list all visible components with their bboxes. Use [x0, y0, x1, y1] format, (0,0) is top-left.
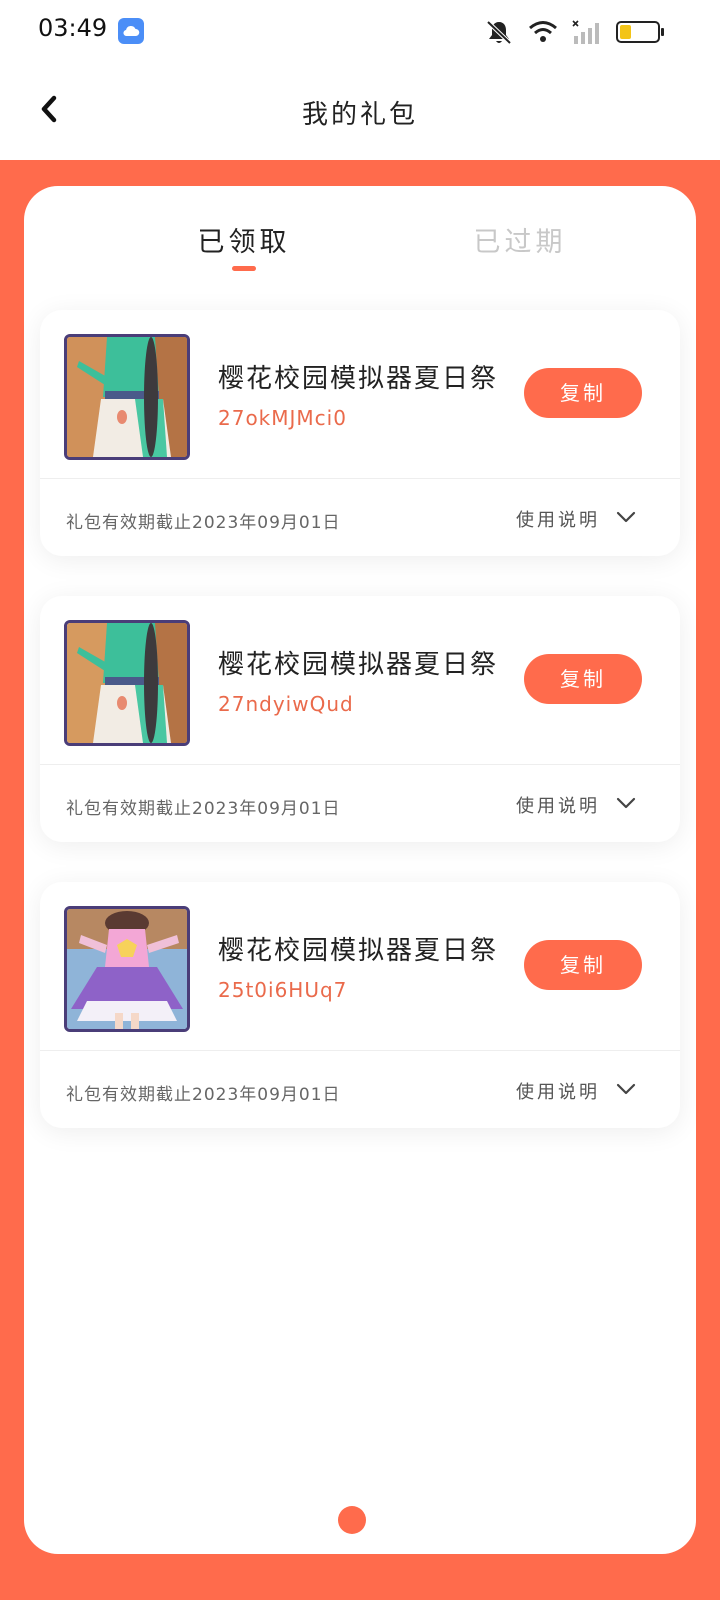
gift-card: 樱花校园模拟器夏日祭 25t0i6HUq7 复制 礼包有效期截止2023年09月…: [40, 882, 680, 1128]
usage-instructions-toggle[interactable]: 使用说明: [516, 792, 600, 818]
chevron-down-icon[interactable]: [616, 510, 636, 524]
game-thumbnail: [64, 906, 190, 1032]
status-bar: 03:49: [0, 0, 720, 64]
validity-text: 礼包有效期截止2023年09月01日: [66, 1085, 341, 1105]
top-bar: 我的礼包: [0, 64, 720, 160]
gift-card: 樱花校园模拟器夏日祭 27ndyiwQud 复制 礼包有效期截止2023年09月…: [40, 596, 680, 842]
cloud-app-icon: [118, 18, 144, 44]
chevron-down-icon[interactable]: [616, 1082, 636, 1096]
divider: [40, 764, 680, 765]
status-time: 03:49: [38, 14, 108, 42]
game-name: 樱花校园模拟器夏日祭: [218, 650, 499, 680]
home-indicator: [338, 1506, 366, 1534]
validity-text: 礼包有效期截止2023年09月01日: [66, 513, 341, 533]
signal-icon: [572, 20, 599, 44]
gift-code: 25t0i6HUq7: [218, 978, 348, 1002]
gift-panel: 已领取 已过期 樱花校园模拟器夏日祭 27okMJMci0 复制 礼包有效期截止…: [24, 186, 696, 1554]
battery-level: [620, 25, 631, 39]
gift-code: 27ndyiwQud: [218, 692, 354, 716]
usage-instructions-toggle[interactable]: 使用说明: [516, 506, 600, 532]
chevron-down-icon[interactable]: [616, 796, 636, 810]
validity-text: 礼包有效期截止2023年09月01日: [66, 799, 341, 819]
usage-instructions-toggle[interactable]: 使用说明: [516, 1078, 600, 1104]
game-thumbnail: [64, 334, 190, 460]
gift-card: 樱花校园模拟器夏日祭 27okMJMci0 复制 礼包有效期截止2023年09月…: [40, 310, 680, 556]
battery-icon: [616, 21, 664, 43]
wifi-icon: [529, 21, 557, 42]
game-name: 樱花校园模拟器夏日祭: [218, 364, 499, 394]
divider: [40, 1050, 680, 1051]
page-title: 我的礼包: [301, 100, 418, 130]
divider: [40, 478, 680, 479]
active-tab-indicator: [232, 266, 256, 271]
gift-code: 27okMJMci0: [218, 406, 347, 430]
content-frame: 已领取 已过期 樱花校园模拟器夏日祭 27okMJMci0 复制 礼包有效期截止…: [0, 160, 720, 1600]
tab-claimed[interactable]: 已领取: [144, 220, 344, 259]
game-thumbnail: [64, 620, 190, 746]
tab-bar: 已领取 已过期: [24, 220, 696, 280]
mute-icon: [486, 20, 512, 45]
game-name: 樱花校园模拟器夏日祭: [218, 936, 499, 966]
tab-expired[interactable]: 已过期: [420, 220, 620, 259]
copy-button[interactable]: 复制: [524, 654, 642, 704]
copy-button[interactable]: 复制: [524, 940, 642, 990]
copy-button[interactable]: 复制: [524, 368, 642, 418]
